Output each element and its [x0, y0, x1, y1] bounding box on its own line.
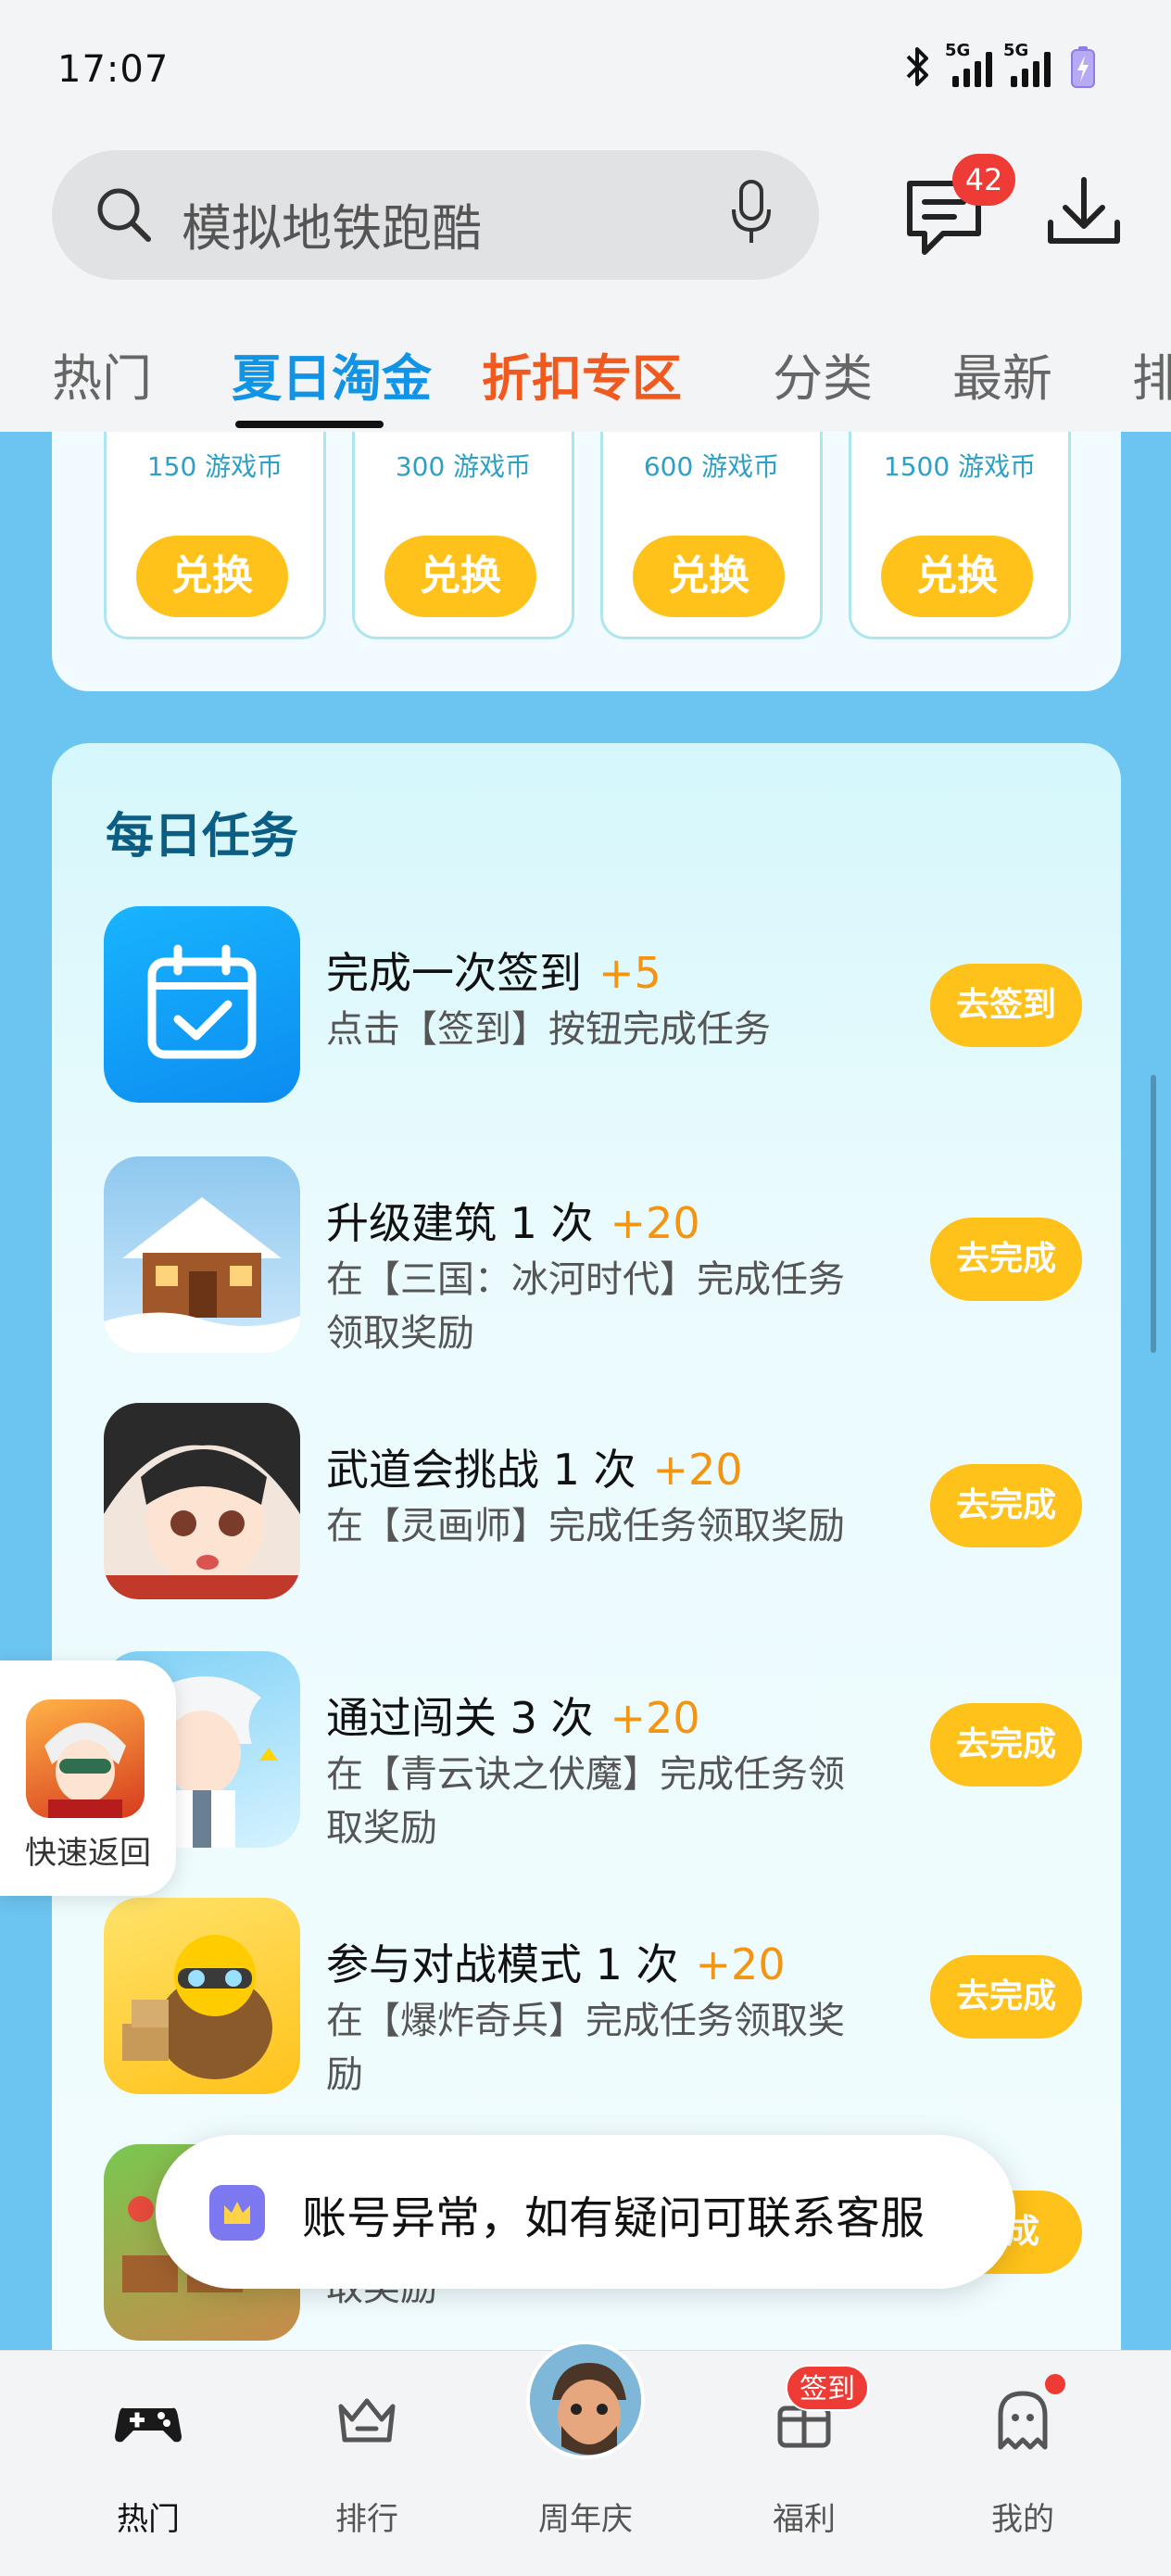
signal-1-icon: 5G: [945, 41, 992, 87]
status-icons: 5G 5G: [900, 41, 1097, 89]
coin-amount: 1500 游戏币: [883, 451, 1037, 482]
task-description: 在【爆炸奇兵】完成任务领取奖励: [326, 2000, 845, 2096]
quick-back-label: 快速返回: [25, 1835, 151, 1872]
nav-hot[interactable]: 热门: [74, 2382, 222, 2549]
quick-back-button[interactable]: 快速返回: [0, 1661, 176, 1896]
ghost-profile-icon: [998, 2391, 1048, 2450]
nav-label: 排行: [335, 2501, 398, 2538]
message-count-badge: 42: [952, 154, 1015, 206]
crown-icon: [338, 2398, 396, 2443]
gamepad-icon: [115, 2407, 182, 2443]
task-points: +20: [610, 1198, 700, 1248]
toast-text: 账号异常，如有疑问可联系客服: [302, 2192, 925, 2244]
category-tabs: 热门 夏日淘金 折扣专区 分类 最新 排: [0, 315, 1171, 432]
download-icon[interactable]: [1038, 167, 1130, 259]
tab-newest[interactable]: 最新: [952, 337, 1052, 410]
coin-amount: 150 游戏币: [146, 451, 283, 482]
task-description: 在【三国：冰河时代】完成任务领取奖励: [326, 1258, 845, 1355]
nav-label: 热门: [117, 2501, 180, 2538]
snow-cabin-game-icon: [104, 1156, 300, 1353]
task-name: 参与对战模式 1 次 +20: [326, 1939, 786, 1989]
exchange-button[interactable]: 兑换: [136, 536, 288, 617]
tab-discount[interactable]: 折扣专区: [482, 337, 682, 410]
task-description: 在【灵画师】完成任务领取奖励: [326, 1505, 845, 1547]
exchange-button[interactable]: 兑换: [384, 536, 536, 617]
microphone-icon[interactable]: [728, 178, 774, 248]
task-points: +20: [652, 1445, 743, 1495]
go-complete-button[interactable]: 去完成: [930, 1955, 1082, 2039]
coin-amount: 600 游戏币: [643, 451, 780, 482]
coin-amount: 300 游戏币: [395, 451, 532, 482]
anime-girl-game-icon: [104, 1403, 300, 1599]
game-avatar-icon: [26, 1699, 145, 1818]
task-points: +20: [610, 1693, 700, 1743]
task-description: 点击【签到】按钮完成任务: [326, 1008, 771, 1051]
status-time: 17:07: [57, 48, 170, 91]
app-header: 17:07 5G 5G 模拟地铁跑酷 42 热门 夏日淘金 折扣专区 分类 最新…: [0, 0, 1171, 432]
exchange-button[interactable]: 兑换: [881, 536, 1033, 617]
task-name: 升级建筑 1 次 +20: [326, 1198, 700, 1248]
active-tab-indicator: [235, 421, 384, 428]
task-name: 通过闯关 3 次 +20: [326, 1693, 700, 1743]
sign-in-badge: 签到: [786, 2365, 869, 2411]
nav-label: 周年庆: [538, 2501, 633, 2538]
anniversary-avatar-icon[interactable]: [526, 2341, 645, 2459]
task-name: 武道会挑战 1 次 +20: [326, 1445, 743, 1495]
app-logo-icon: [209, 2185, 265, 2241]
nav-mine[interactable]: 我的: [949, 2382, 1097, 2549]
task-points: +20: [695, 1939, 786, 1989]
search-input[interactable]: 模拟地铁跑酷: [52, 150, 819, 280]
go-sign-in-button[interactable]: 去签到: [930, 964, 1082, 1047]
daily-tasks-title: 每日任务: [106, 809, 299, 865]
nav-label: 福利: [773, 2501, 836, 2538]
notification-dot: [1045, 2374, 1065, 2394]
bluetooth-icon: [906, 47, 928, 86]
scrollbar[interactable]: [1151, 1075, 1156, 1353]
tab-hot[interactable]: 热门: [52, 337, 152, 410]
status-bar: 17:07 5G 5G: [0, 0, 1171, 139]
tab-category[interactable]: 分类: [773, 337, 873, 410]
tab-summer-gold[interactable]: 夏日淘金: [232, 337, 432, 410]
search-placeholder: 模拟地铁跑酷: [182, 199, 482, 258]
capybara-game-icon: [104, 1898, 300, 2094]
tab-ranking[interactable]: 排: [1132, 337, 1171, 410]
nav-ranking[interactable]: 排行: [293, 2382, 441, 2549]
exchange-button[interactable]: 兑换: [633, 536, 785, 617]
go-complete-button[interactable]: 去完成: [930, 1703, 1082, 1787]
nav-label: 我的: [991, 2501, 1054, 2538]
search-icon: [97, 188, 151, 242]
signal-2-icon: 5G: [1003, 41, 1051, 87]
calendar-check-icon: [104, 906, 300, 1103]
go-complete-button[interactable]: 去完成: [930, 1464, 1082, 1547]
battery-icon: [1071, 46, 1095, 88]
go-complete-button[interactable]: 去完成: [930, 1218, 1082, 1301]
task-name: 完成一次签到 +5: [326, 948, 661, 998]
task-points: +5: [598, 948, 661, 998]
task-description: 在【青云诀之伏魔】完成任务领取奖励: [326, 1753, 845, 1850]
toast-message: 账号异常，如有疑问可联系客服: [156, 2135, 1015, 2289]
